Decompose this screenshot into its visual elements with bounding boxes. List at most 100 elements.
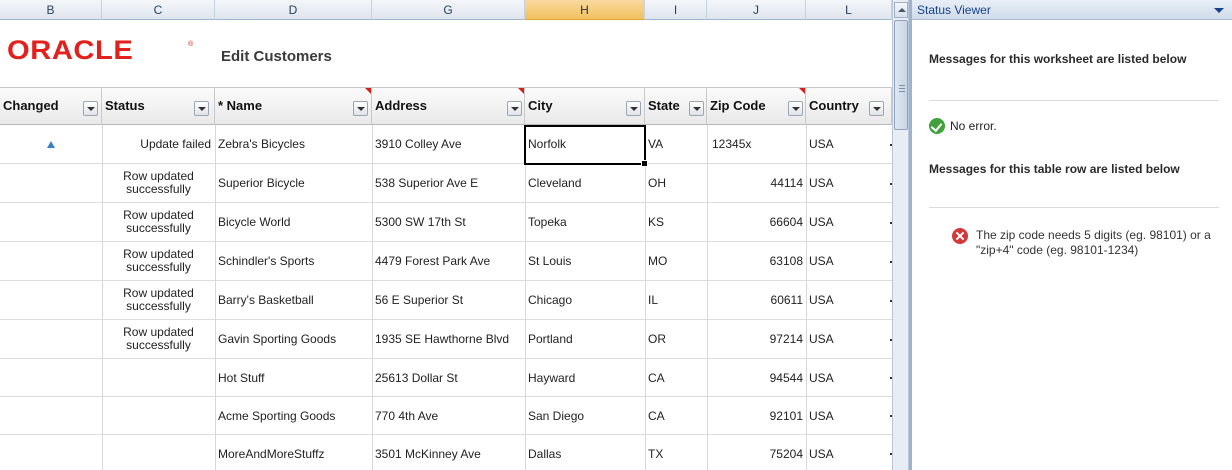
city-cell[interactable]: Dallas: [525, 435, 645, 470]
city-cell[interactable]: Portland: [525, 320, 645, 358]
header-name: * Name: [215, 88, 372, 125]
city-cell[interactable]: Chicago: [525, 281, 645, 319]
state-cell[interactable]: IL: [645, 281, 707, 319]
address-cell[interactable]: 5300 SW 17th St: [372, 203, 525, 241]
status-cell[interactable]: Row updated successfully: [102, 281, 215, 319]
zip-cell[interactable]: 44114: [707, 164, 806, 202]
zip-cell[interactable]: 75204: [707, 435, 806, 470]
status-cell[interactable]: [102, 359, 215, 396]
country-cell[interactable]: USA: [806, 320, 892, 358]
column-header-l[interactable]: L: [806, 0, 892, 20]
changed-cell[interactable]: [0, 125, 102, 163]
name-cell[interactable]: Gavin Sporting Goods: [215, 320, 372, 358]
changed-cell[interactable]: [0, 397, 102, 434]
name-cell[interactable]: Acme Sporting Goods: [215, 397, 372, 434]
country-cell[interactable]: USA: [806, 281, 892, 319]
column-header-g[interactable]: G: [372, 0, 525, 20]
filter-dropdown-state-icon[interactable]: [689, 101, 704, 116]
status-cell[interactable]: Row updated successfully: [102, 164, 215, 202]
changed-cell[interactable]: [0, 242, 102, 280]
zip-cell[interactable]: 92101: [707, 397, 806, 434]
changed-cell[interactable]: [0, 203, 102, 241]
filter-dropdown-city-icon[interactable]: [626, 101, 641, 116]
column-header-j[interactable]: J: [707, 0, 806, 20]
zip-cell[interactable]: 97214: [707, 320, 806, 358]
page-title: Edit Customers: [221, 48, 332, 65]
divider: [929, 207, 1219, 208]
status-cell[interactable]: Row updated successfully: [102, 242, 215, 280]
zip-cell[interactable]: 60611: [707, 281, 806, 319]
country-cell[interactable]: USA: [806, 397, 892, 434]
column-header-d[interactable]: D: [215, 0, 372, 20]
status-cell[interactable]: [102, 397, 215, 434]
status-cell[interactable]: Update failed: [102, 125, 215, 163]
column-header-c[interactable]: C: [102, 0, 215, 20]
name-cell[interactable]: Superior Bicycle: [215, 164, 372, 202]
filter-dropdown-zip-icon[interactable]: [788, 101, 803, 116]
country-cell[interactable]: USA: [806, 203, 892, 241]
changed-cell[interactable]: [0, 164, 102, 202]
city-cell[interactable]: San Diego: [525, 397, 645, 434]
name-cell[interactable]: Zebra's Bicycles: [215, 125, 372, 163]
changed-cell[interactable]: [0, 281, 102, 319]
status-cell[interactable]: Row updated successfully: [102, 320, 215, 358]
state-cell[interactable]: TX: [645, 435, 707, 470]
state-cell[interactable]: CA: [645, 397, 707, 434]
header-state: State: [645, 88, 707, 125]
changed-cell[interactable]: [0, 320, 102, 358]
filter-dropdown-address-icon[interactable]: [507, 101, 522, 116]
name-cell[interactable]: Hot Stuff: [215, 359, 372, 396]
state-cell[interactable]: VA: [645, 125, 707, 163]
name-cell[interactable]: MoreAndMoreStuffz: [215, 435, 372, 470]
state-cell[interactable]: CA: [645, 359, 707, 396]
city-cell[interactable]: St Louis: [525, 242, 645, 280]
registered-mark-icon: ®: [188, 41, 194, 48]
country-cell[interactable]: USA: [806, 359, 892, 396]
state-cell[interactable]: OH: [645, 164, 707, 202]
name-cell[interactable]: Schindler's Sports: [215, 242, 372, 280]
city-cell[interactable]: Hayward: [525, 359, 645, 396]
vertical-scrollbar[interactable]: [892, 0, 909, 470]
column-header-i[interactable]: I: [645, 0, 707, 20]
city-cell[interactable]: Topeka: [525, 203, 645, 241]
country-cell[interactable]: USA: [806, 164, 892, 202]
country-cell[interactable]: USA: [806, 435, 892, 470]
address-cell[interactable]: 1935 SE Hawthorne Blvd: [372, 320, 525, 358]
address-cell[interactable]: 3910 Colley Ave: [372, 125, 525, 163]
state-cell[interactable]: MO: [645, 242, 707, 280]
header-country: Country: [806, 88, 892, 125]
status-cell[interactable]: [102, 435, 215, 470]
column-header-h[interactable]: H: [525, 0, 645, 20]
oracle-logo: ORACLE: [7, 35, 134, 65]
name-cell[interactable]: Bicycle World: [215, 203, 372, 241]
address-cell[interactable]: 4479 Forest Park Ave: [372, 242, 525, 280]
address-cell[interactable]: 56 E Superior St: [372, 281, 525, 319]
changed-cell[interactable]: [0, 359, 102, 396]
address-cell[interactable]: 770 4th Ave: [372, 397, 525, 434]
city-cell[interactable]: Cleveland: [525, 164, 645, 202]
filter-dropdown-status-icon[interactable]: [194, 101, 209, 116]
filter-dropdown-country-icon[interactable]: [869, 101, 884, 116]
column-header-b[interactable]: B: [0, 0, 102, 20]
name-cell[interactable]: Barry's Basketball: [215, 281, 372, 319]
zip-cell[interactable]: 12345x: [707, 125, 806, 163]
scroll-thumb[interactable]: [894, 20, 908, 130]
scroll-up-button[interactable]: [894, 2, 908, 18]
comment-indicator-icon: [799, 88, 805, 94]
active-cell-selection[interactable]: [524, 125, 648, 167]
zip-cell[interactable]: 63108: [707, 242, 806, 280]
status-cell[interactable]: Row updated successfully: [102, 203, 215, 241]
zip-cell[interactable]: 66604: [707, 203, 806, 241]
zip-cell[interactable]: 94544: [707, 359, 806, 396]
country-cell[interactable]: USA: [806, 125, 892, 163]
state-cell[interactable]: OR: [645, 320, 707, 358]
pane-menu-chevron-down-icon[interactable]: [1214, 8, 1224, 13]
filter-dropdown-name-icon[interactable]: [353, 101, 368, 116]
filter-dropdown-changed-icon[interactable]: [83, 101, 98, 116]
country-cell[interactable]: USA: [806, 242, 892, 280]
address-cell[interactable]: 25613 Dollar St: [372, 359, 525, 396]
state-cell[interactable]: KS: [645, 203, 707, 241]
address-cell[interactable]: 538 Superior Ave E: [372, 164, 525, 202]
address-cell[interactable]: 3501 McKinney Ave: [372, 435, 525, 470]
changed-cell[interactable]: [0, 435, 102, 470]
